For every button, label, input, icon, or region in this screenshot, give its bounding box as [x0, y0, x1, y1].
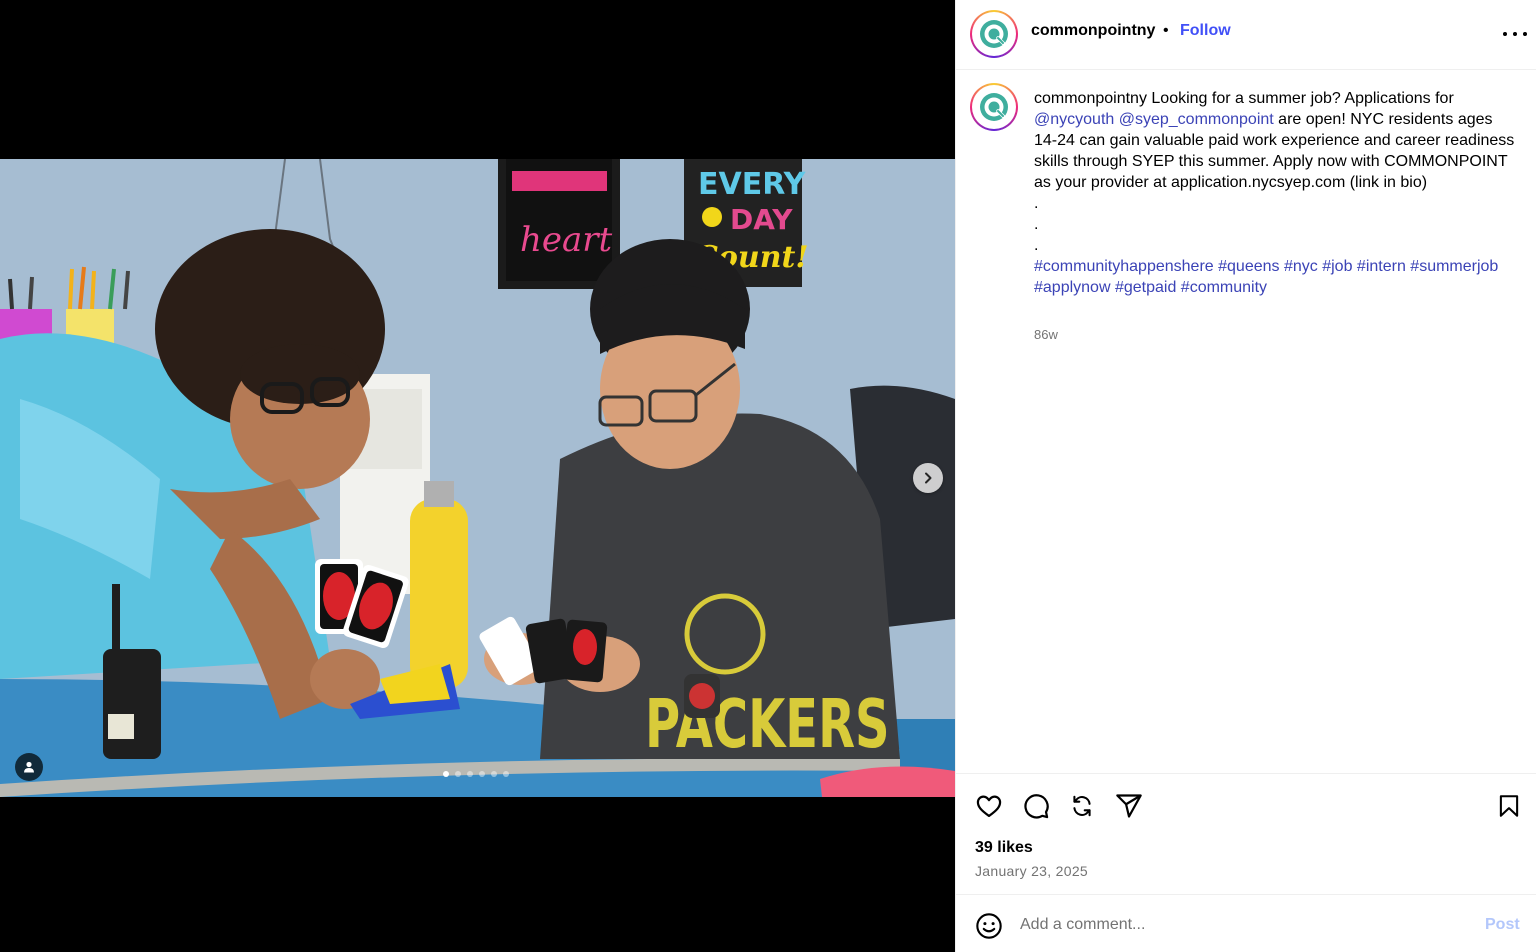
comment-icon: [1024, 794, 1049, 819]
heart-icon: [976, 795, 1002, 818]
post-actions: 39 likes January 23, 2025: [956, 773, 1536, 895]
hashtag-link[interactable]: #communityhappenshere: [1034, 258, 1214, 275]
post-photo[interactable]: heart EVERY DAY Count! PACKERS: [0, 159, 955, 797]
caption-dot: .: [1034, 216, 1039, 233]
carousel-dot: [503, 771, 509, 777]
carousel-dot: [467, 771, 473, 777]
post-media: heart EVERY DAY Count! PACKERS: [0, 0, 955, 952]
like-button[interactable]: [974, 791, 1004, 821]
username-link[interactable]: commonpointny: [1031, 22, 1155, 40]
comment-input[interactable]: [1020, 911, 1460, 939]
mention-link[interactable]: @syep_commonpoint: [1119, 111, 1274, 128]
comment-bar: Post: [956, 895, 1536, 952]
caption-dot: .: [1034, 237, 1039, 254]
avatar[interactable]: [970, 10, 1018, 58]
post-age[interactable]: 86w: [1034, 327, 1058, 342]
send-icon: [1116, 794, 1142, 818]
post-comment-button[interactable]: Post: [1485, 916, 1520, 934]
caption-username-link[interactable]: commonpointny: [1034, 90, 1147, 107]
hashtag-link[interactable]: #community: [1181, 279, 1267, 296]
carousel-dot: [455, 771, 461, 777]
repost-button[interactable]: [1067, 791, 1097, 821]
carousel-dot: [443, 771, 449, 777]
hashtag-list: #communityhappenshere #queens #nyc #job …: [1034, 256, 1519, 298]
follow-button[interactable]: Follow: [1180, 22, 1231, 40]
post-date: January 23, 2025: [975, 863, 1088, 879]
hashtag-link[interactable]: #nyc: [1284, 258, 1318, 275]
share-button[interactable]: [1114, 791, 1144, 821]
mention-link[interactable]: @nycyouth: [1034, 111, 1114, 128]
svg-text:PACKERS: PACKERS: [645, 685, 890, 763]
repost-icon: [1073, 795, 1091, 817]
chevron-right-icon: [925, 472, 932, 484]
tagged-people-button[interactable]: [15, 753, 43, 781]
caption-dot: .: [1034, 195, 1039, 212]
hashtag-link[interactable]: #summerjob: [1410, 258, 1498, 275]
emoji-button[interactable]: [974, 911, 1004, 941]
more-options-icon: [1503, 32, 1507, 36]
carousel-indicator: [443, 771, 509, 777]
person-icon: [24, 761, 34, 773]
photo-illustration: heart EVERY DAY Count! PACKERS: [0, 159, 955, 797]
commonpoint-logo-icon: [980, 20, 1008, 48]
post-header: commonpointny • Follow: [956, 0, 1536, 70]
save-button[interactable]: [1494, 791, 1524, 821]
svg-text:EVERY: EVERY: [698, 167, 807, 202]
svg-text:DAY: DAY: [730, 203, 793, 236]
hashtag-link[interactable]: #job: [1322, 258, 1352, 275]
post-details-panel: commonpointny • Follow commonpointny Loo…: [955, 0, 1536, 952]
post-caption: commonpointny Looking for a summer job? …: [1034, 88, 1519, 298]
commonpoint-logo-icon: [980, 93, 1008, 121]
separator-dot: •: [1163, 22, 1169, 39]
caption-avatar[interactable]: [970, 83, 1018, 131]
bookmark-icon: [1499, 795, 1519, 817]
hashtag-link[interactable]: #applynow: [1034, 279, 1111, 296]
hashtag-link[interactable]: #intern: [1357, 258, 1406, 275]
likes-count[interactable]: 39 likes: [975, 839, 1033, 857]
emoji-icon: [976, 913, 1002, 939]
hashtag-link[interactable]: #queens: [1218, 258, 1279, 275]
hashtag-link[interactable]: #getpaid: [1115, 279, 1176, 296]
more-options-button[interactable]: [1503, 24, 1527, 44]
carousel-dot: [491, 771, 497, 777]
carousel-next-button[interactable]: [913, 463, 943, 493]
carousel-dot: [479, 771, 485, 777]
comment-button[interactable]: [1021, 791, 1051, 821]
svg-text:heart: heart: [520, 220, 613, 260]
caption-text: Looking for a summer job? Applications f…: [1146, 90, 1454, 107]
